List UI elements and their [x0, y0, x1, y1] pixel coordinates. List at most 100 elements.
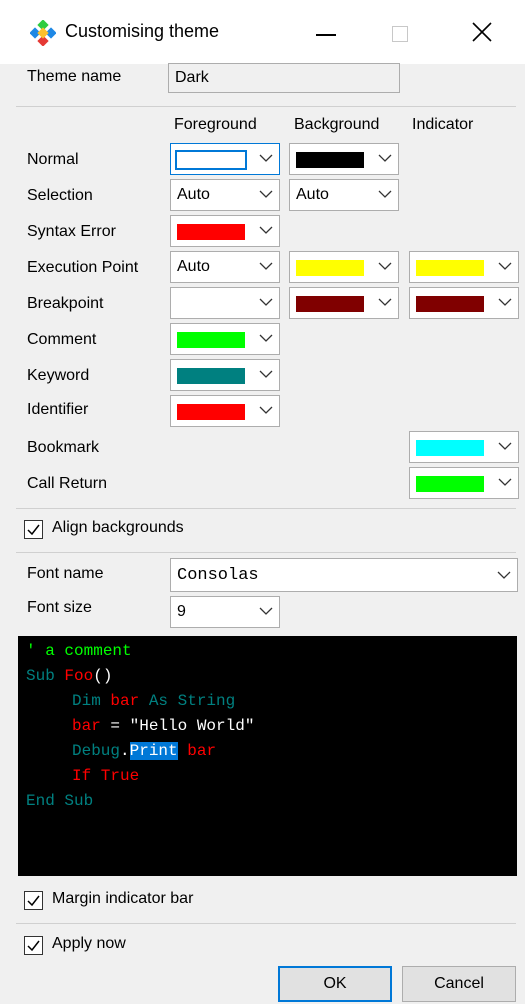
- checkmark-icon: [27, 524, 40, 536]
- maximize-button[interactable]: [370, 8, 430, 56]
- color-swatch: [177, 332, 245, 348]
- divider: [16, 106, 516, 107]
- code-identifier: bar: [177, 742, 217, 760]
- color-swatch: [175, 150, 247, 170]
- execution-point-background-combo[interactable]: [289, 251, 399, 283]
- title-bar: Customising theme: [0, 0, 525, 64]
- color-swatch: [416, 476, 484, 492]
- chevron-down-icon: [259, 298, 273, 306]
- indicator-header: Indicator: [412, 116, 474, 133]
- divider: [16, 923, 516, 924]
- theme-app-icon: [29, 19, 57, 47]
- code-text: (): [93, 667, 113, 685]
- selection-label: Selection: [27, 187, 93, 204]
- selection-foreground-combo[interactable]: Auto: [170, 179, 280, 211]
- color-swatch: [296, 260, 364, 276]
- code-line: End Sub: [26, 792, 93, 810]
- close-button[interactable]: [452, 8, 512, 56]
- chevron-down-icon: [497, 571, 511, 579]
- chevron-down-icon: [259, 406, 273, 414]
- margin-indicator-bar-checkbox[interactable]: [24, 891, 43, 910]
- color-swatch: [177, 224, 245, 240]
- code-keyword: End Sub: [26, 792, 94, 810]
- selection-background-value: Auto: [296, 186, 329, 203]
- color-swatch: [177, 404, 245, 420]
- checkmark-icon: [27, 940, 40, 952]
- checkmark-icon: [27, 895, 40, 907]
- color-swatch: [177, 368, 245, 384]
- code-line: Debug.Print bar: [72, 742, 216, 760]
- ok-button[interactable]: OK: [278, 966, 392, 1002]
- chevron-down-icon: [259, 262, 273, 270]
- foreground-header: Foreground: [174, 116, 257, 133]
- theme-name-field[interactable]: Dark: [168, 63, 400, 93]
- font-size-value: 9: [177, 603, 186, 620]
- font-size-combo[interactable]: 9: [170, 596, 280, 628]
- color-swatch: [416, 260, 484, 276]
- code-text: = "Hello World": [100, 717, 255, 735]
- color-swatch: [416, 440, 484, 456]
- breakpoint-label: Breakpoint: [27, 295, 104, 312]
- syntax-error-label: Syntax Error: [27, 223, 116, 240]
- breakpoint-background-combo[interactable]: [289, 287, 399, 319]
- identifier-foreground-combo[interactable]: [170, 395, 280, 427]
- divider: [16, 508, 516, 509]
- comment-foreground-combo[interactable]: [170, 323, 280, 355]
- code-keyword: As String: [139, 692, 236, 710]
- normal-foreground-combo[interactable]: [170, 143, 280, 175]
- code-line: If True: [72, 767, 139, 785]
- divider: [16, 552, 516, 553]
- font-size-label: Font size: [27, 599, 92, 616]
- execution-point-foreground-combo[interactable]: Auto: [170, 251, 280, 283]
- align-backgrounds-checkbox[interactable]: [24, 520, 43, 539]
- code-comment: ' a comment: [26, 642, 132, 660]
- keyword-label: Keyword: [27, 367, 90, 384]
- code-keyword: Dim: [72, 692, 111, 710]
- apply-now-checkbox[interactable]: [24, 936, 43, 955]
- comment-label: Comment: [27, 331, 97, 348]
- font-name-value: Consolas: [177, 566, 259, 585]
- chevron-down-icon: [378, 262, 392, 270]
- chevron-down-icon: [378, 190, 392, 198]
- breakpoint-indicator-combo[interactable]: [409, 287, 519, 319]
- code-line: bar = "Hello World": [72, 717, 254, 735]
- execution-point-label: Execution Point: [27, 259, 139, 276]
- minimize-button[interactable]: [298, 8, 358, 56]
- keyword-foreground-combo[interactable]: [170, 359, 280, 391]
- code-identifier: Foo: [64, 667, 94, 685]
- syntax-error-foreground-combo[interactable]: [170, 215, 280, 247]
- chevron-down-icon: [498, 442, 512, 450]
- selection-foreground-value: Auto: [177, 186, 210, 203]
- font-name-combo[interactable]: Consolas: [170, 558, 518, 592]
- selection-background-combo[interactable]: Auto: [289, 179, 399, 211]
- breakpoint-foreground-combo[interactable]: [170, 287, 280, 319]
- identifier-label: Identifier: [27, 401, 89, 418]
- color-swatch: [296, 152, 364, 168]
- apply-now-label: Apply now: [52, 935, 126, 952]
- code-line: Dim bar As String: [72, 692, 235, 710]
- code-identifier: bar: [110, 692, 140, 710]
- code-preview: ' a comment Sub Foo() Dim bar As String …: [18, 636, 517, 876]
- execution-point-indicator-combo[interactable]: [409, 251, 519, 283]
- call-return-indicator-combo[interactable]: [409, 467, 519, 499]
- theme-name-value: Dark: [175, 69, 209, 86]
- chevron-down-icon: [378, 298, 392, 306]
- theme-name-label: Theme name: [27, 68, 122, 85]
- code-keyword: Debug: [72, 742, 121, 760]
- color-swatch: [296, 296, 364, 312]
- code-text: .: [120, 742, 130, 760]
- chevron-down-icon: [259, 154, 273, 162]
- window-title: Customising theme: [65, 21, 220, 41]
- close-icon: [472, 22, 492, 42]
- chevron-down-icon: [259, 190, 273, 198]
- cancel-button[interactable]: Cancel: [402, 966, 516, 1002]
- chevron-down-icon: [259, 370, 273, 378]
- code-identifier: If True: [72, 767, 140, 785]
- bookmark-label: Bookmark: [27, 439, 100, 456]
- normal-background-combo[interactable]: [289, 143, 399, 175]
- normal-label: Normal: [27, 151, 79, 168]
- font-name-label: Font name: [27, 565, 104, 582]
- bookmark-indicator-combo[interactable]: [409, 431, 519, 463]
- call-return-label: Call Return: [27, 475, 108, 492]
- background-header: Background: [294, 116, 380, 133]
